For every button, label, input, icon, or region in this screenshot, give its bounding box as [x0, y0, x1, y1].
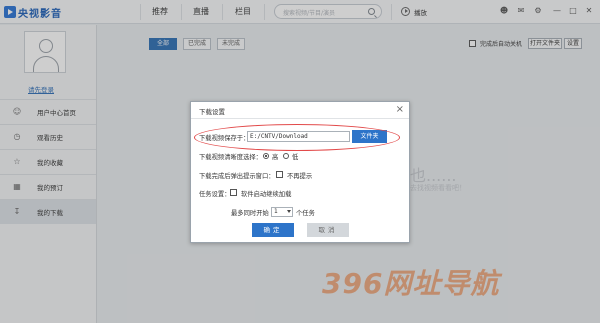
max-tasks-suffix: 个任务: [296, 210, 315, 217]
chevron-down-icon: [287, 210, 291, 213]
quality-low-radio[interactable]: [283, 153, 289, 159]
auto-resume-label: 软件启动继续加载: [241, 191, 292, 198]
max-tasks-select[interactable]: 1: [271, 207, 293, 217]
download-settings-dialog: 下载设置 × 下载视频保存于： E:/CNTV/Download 文件夹 下载视…: [190, 101, 410, 243]
cancel-button[interactable]: 取消: [307, 223, 349, 237]
max-tasks-prefix: 最多同时开始: [231, 210, 269, 217]
dialog-title: 下载设置: [199, 108, 225, 116]
highlight-ellipse: [194, 124, 400, 151]
no-prompt-checkbox[interactable]: [276, 171, 283, 178]
ok-button[interactable]: 确定: [252, 223, 294, 237]
popup-prompt-label: 下载完成后弹出提示窗口：: [199, 173, 275, 180]
close-icon[interactable]: ×: [396, 104, 404, 115]
quality-high-label: 高: [272, 154, 279, 161]
dialog-divider: [191, 118, 409, 119]
max-tasks-value: 1: [274, 208, 278, 215]
quality-label: 下载视频清晰度选择：: [199, 154, 262, 161]
quality-high-radio[interactable]: [263, 153, 269, 159]
no-prompt-label: 不再提示: [287, 173, 313, 180]
task-settings-label: 任务设置：: [199, 191, 231, 198]
quality-low-label: 低: [292, 154, 299, 161]
auto-resume-checkbox[interactable]: [230, 189, 237, 196]
